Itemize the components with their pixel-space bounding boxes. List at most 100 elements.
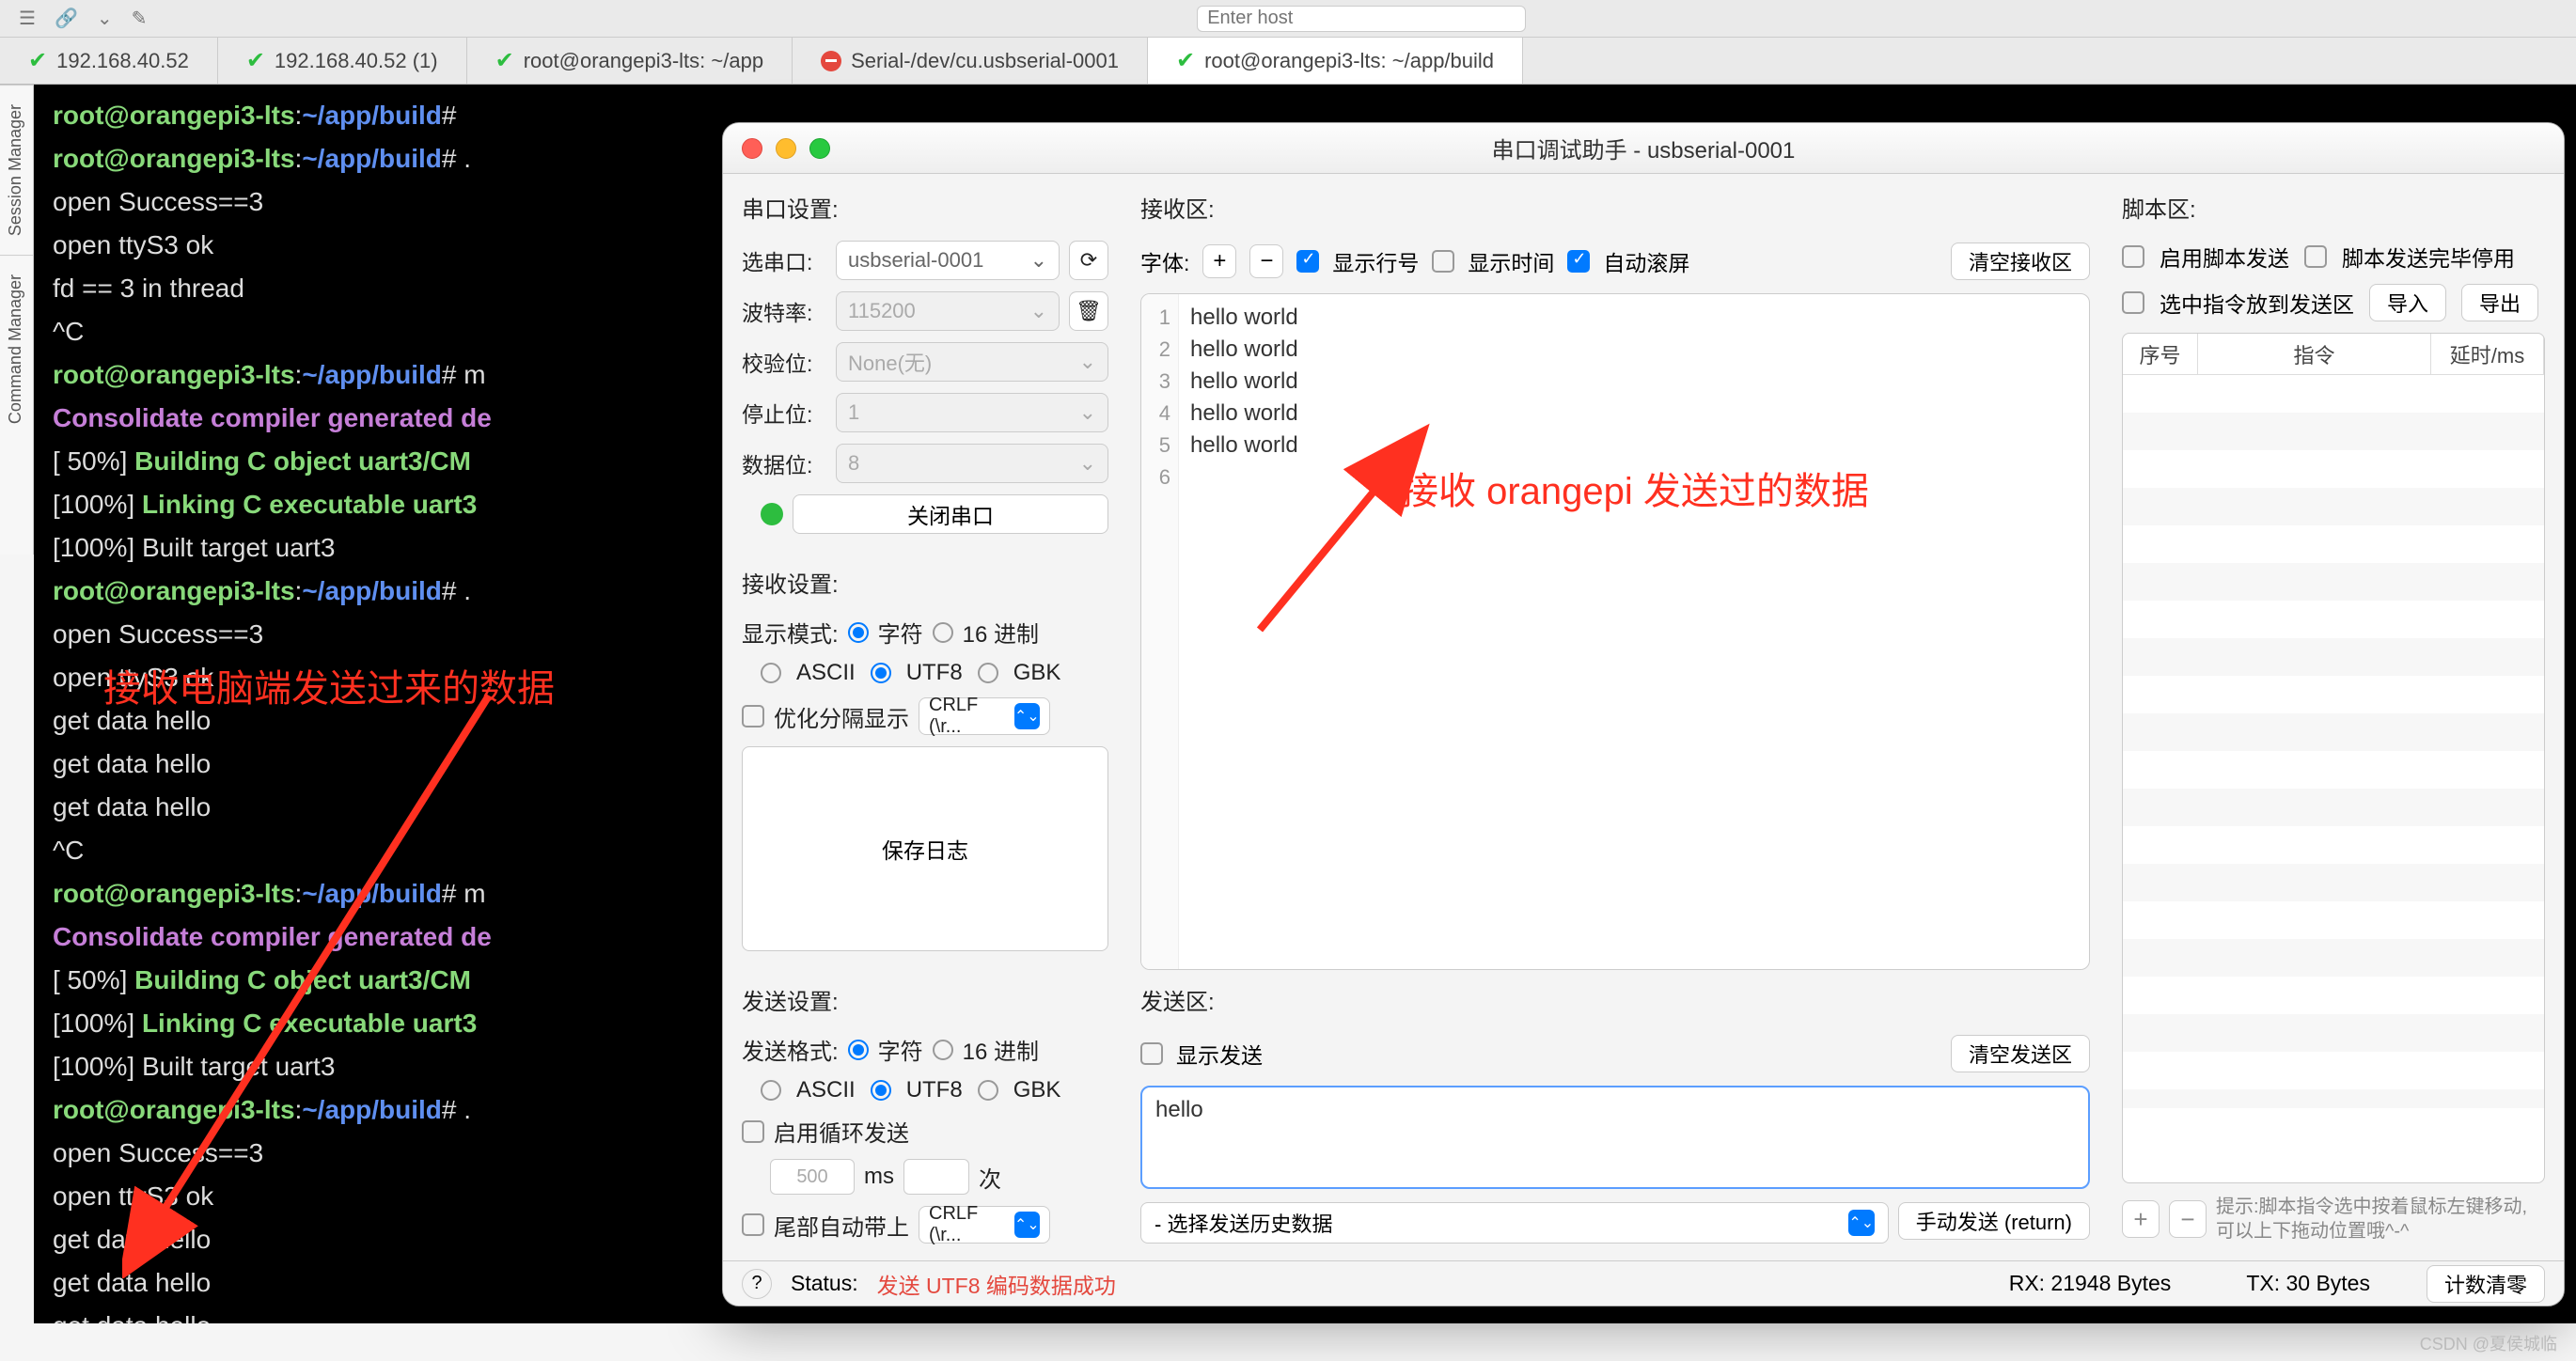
host-input[interactable]: [1197, 6, 1526, 32]
font-decrease-button[interactable]: −: [1249, 244, 1283, 278]
databits-label: 数据位:: [742, 447, 826, 479]
mode-hex-radio[interactable]: [933, 622, 953, 643]
history-select[interactable]: - 选择发送历史数据⌃⌄: [1140, 1202, 1889, 1244]
enc-ascii-radio[interactable]: [761, 663, 781, 683]
send-gbk-radio[interactable]: [978, 1080, 998, 1101]
auto-scroll-checkbox[interactable]: [1567, 250, 1590, 273]
check-icon: ✔: [28, 47, 47, 74]
link-icon[interactable]: 🔗: [55, 7, 78, 30]
refresh-icon[interactable]: ⟳: [1069, 241, 1108, 280]
command-manager-tab[interactable]: Command Manager: [0, 255, 33, 443]
script-table-body[interactable]: [2123, 375, 2544, 1108]
enc-utf8-radio[interactable]: [871, 663, 891, 683]
check-icon: ✔: [1176, 47, 1195, 74]
pause-after-checkbox[interactable]: [2304, 245, 2327, 268]
export-button[interactable]: 导出: [2461, 284, 2538, 321]
put-selected-checkbox[interactable]: [2122, 291, 2144, 314]
remove-script-button[interactable]: −: [2169, 1200, 2207, 1238]
baud-label: 波特率:: [742, 295, 826, 327]
receive-text-area[interactable]: 123456 hello worldhello worldhello world…: [1140, 293, 2090, 970]
add-script-button[interactable]: +: [2122, 1200, 2160, 1238]
col-delay: 延时/ms: [2431, 334, 2544, 374]
tab-app[interactable]: ✔root@orangepi3-lts: ~/app: [467, 38, 793, 84]
display-mode-label: 显示模式:: [742, 616, 839, 649]
script-table[interactable]: 序号 指令 延时/ms: [2122, 333, 2545, 1183]
sep-select[interactable]: CRLF (\r...⌃⌄: [919, 697, 1050, 735]
sidebar-toggle-icon[interactable]: ☰: [19, 7, 36, 30]
stop-select[interactable]: 1⌄: [836, 393, 1108, 432]
port-label: 选串口:: [742, 244, 826, 276]
show-time-checkbox[interactable]: [1432, 250, 1454, 273]
enc-gbk-radio[interactable]: [978, 663, 998, 683]
send-textarea[interactable]: hello: [1140, 1086, 2090, 1189]
font-increase-button[interactable]: +: [1202, 244, 1236, 278]
receive-content: hello worldhello worldhello worldhello w…: [1179, 294, 2089, 969]
trash-icon[interactable]: 🗑: [1069, 291, 1108, 331]
left-vertical-sidebar: Session Manager Command Manager: [0, 85, 34, 555]
check-icon: ✔: [495, 47, 514, 74]
save-log-button[interactable]: 保存日志: [742, 746, 1108, 951]
watermark: CSDN @夏侯城临: [2420, 1331, 2557, 1355]
show-send-checkbox[interactable]: [1140, 1042, 1163, 1065]
clear-recv-button[interactable]: 清空接收区: [1951, 242, 2090, 280]
send-ascii-radio[interactable]: [761, 1080, 781, 1101]
traffic-lights: [742, 138, 830, 159]
send-utf8-radio[interactable]: [871, 1080, 891, 1101]
serial-left-panel: 串口设置: 选串口: usbserial-0001⌄ ⟳ 波特率: 115200…: [723, 174, 1127, 1260]
tab-serial[interactable]: Serial-/dev/cu.usbserial-0001: [793, 38, 1148, 84]
enable-script-checkbox[interactable]: [2122, 245, 2144, 268]
loop-checkbox[interactable]: [742, 1120, 764, 1143]
recv-settings-header: 接收设置:: [742, 566, 1108, 599]
help-icon[interactable]: ?: [742, 1269, 772, 1299]
col-seq: 序号: [2123, 334, 2198, 374]
serial-tool-window: 串口调试助手 - usbserial-0001 串口设置: 选串口: usbse…: [722, 122, 2565, 1306]
line-gutter: 123456: [1141, 294, 1179, 969]
window-title: 串口调试助手 - usbserial-0001: [1492, 132, 1796, 164]
mode-char-radio[interactable]: [848, 622, 869, 643]
close-window-icon[interactable]: [742, 138, 762, 159]
recv-area-header: 接收区:: [1140, 191, 2090, 224]
stop-icon: [821, 51, 841, 71]
connection-status-icon: [761, 503, 783, 525]
fmt-hex-radio[interactable]: [933, 1040, 953, 1060]
minimize-window-icon[interactable]: [776, 138, 796, 159]
loop-interval-input[interactable]: [770, 1159, 855, 1195]
fmt-char-radio[interactable]: [848, 1040, 869, 1060]
baud-select[interactable]: 115200⌄: [836, 291, 1060, 331]
parity-label: 校验位:: [742, 346, 826, 378]
sep-checkbox[interactable]: [742, 705, 764, 727]
check-icon: ✔: [246, 47, 265, 74]
loop-times-input[interactable]: [903, 1159, 969, 1195]
terminal-tab-bar: ✔192.168.40.52 ✔192.168.40.52 (1) ✔root@…: [0, 38, 2576, 85]
stop-label: 停止位:: [742, 397, 826, 429]
close-port-button[interactable]: 关闭串口: [793, 494, 1108, 534]
tab-host-2[interactable]: ✔192.168.40.52 (1): [218, 38, 467, 84]
wand-icon[interactable]: ✎: [132, 7, 148, 30]
session-manager-tab[interactable]: Session Manager: [0, 85, 33, 255]
tab-build[interactable]: ✔ root@orangepi3-lts: ~/app/build: [1148, 38, 1523, 84]
parity-select[interactable]: None(无)⌄: [836, 342, 1108, 382]
tab-host-1[interactable]: ✔ 192.168.40.52: [0, 38, 218, 84]
reset-counter-button[interactable]: 计数清零: [2427, 1265, 2545, 1303]
tail-select[interactable]: CRLF (\r...⌃⌄: [919, 1206, 1050, 1244]
clear-send-button[interactable]: 清空发送区: [1951, 1035, 2090, 1072]
import-button[interactable]: 导入: [2369, 284, 2446, 321]
send-fmt-label: 发送格式:: [742, 1033, 839, 1066]
send-settings-header: 发送设置:: [742, 983, 1108, 1016]
window-title-bar[interactable]: 串口调试助手 - usbserial-0001: [723, 123, 2564, 174]
port-select[interactable]: usbserial-0001⌄: [836, 241, 1060, 280]
tab-label: root@orangepi3-lts: ~/app/build: [1204, 49, 1494, 73]
col-cmd: 指令: [2198, 334, 2431, 374]
tab-label: Serial-/dev/cu.usbserial-0001: [851, 49, 1119, 73]
show-lineno-checkbox[interactable]: [1296, 250, 1319, 273]
manual-send-button[interactable]: 手动发送 (return): [1898, 1202, 2090, 1240]
serial-status-bar: ? Status: 发送 UTF8 编码数据成功 RX: 21948 Bytes…: [723, 1260, 2564, 1306]
tail-checkbox[interactable]: [742, 1213, 764, 1236]
script-header: 脚本区:: [2122, 191, 2545, 224]
maximize-window-icon[interactable]: [809, 138, 830, 159]
script-hint: 提示:脚本指令选中按着鼠标左键移动,可以上下拖动位置哦^-^: [2216, 1195, 2545, 1244]
databits-select[interactable]: 8⌄: [836, 444, 1108, 483]
tab-label: 192.168.40.52: [56, 49, 189, 73]
status-message: 发送 UTF8 编码数据成功: [877, 1268, 1116, 1300]
chevron-down-icon[interactable]: ⌄: [97, 7, 113, 30]
